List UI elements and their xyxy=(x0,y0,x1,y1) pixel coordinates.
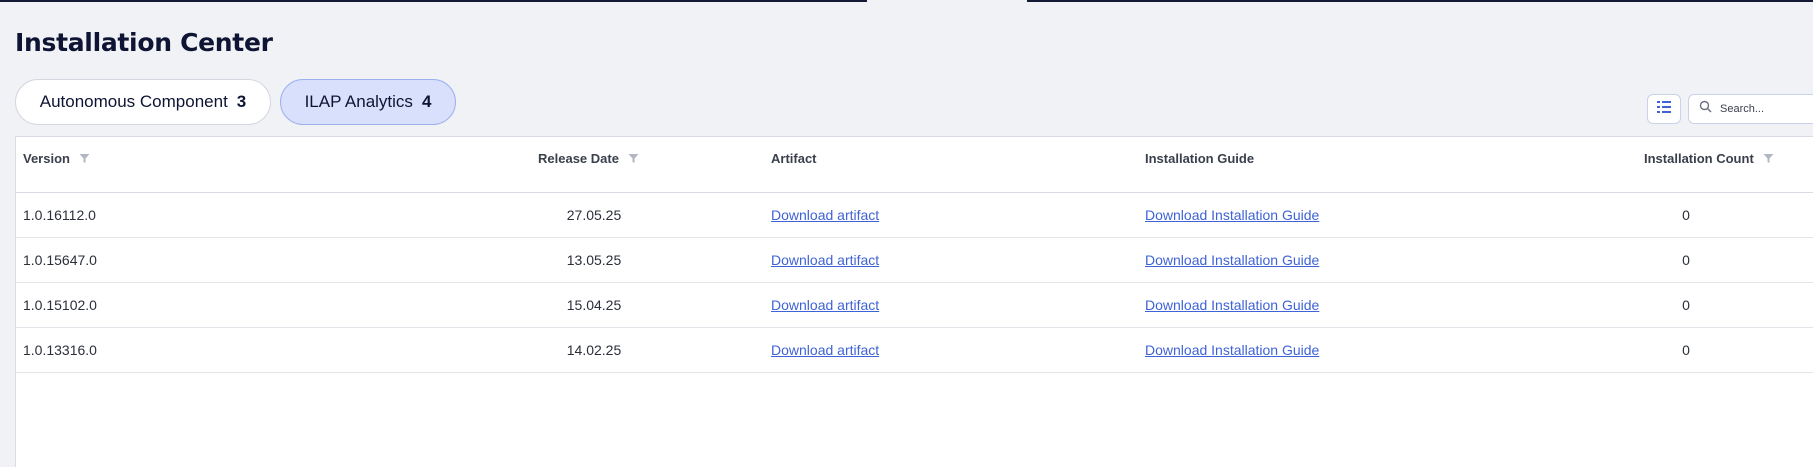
tab-count: 3 xyxy=(236,92,247,111)
download-artifact-link[interactable]: Download artifact xyxy=(771,252,879,268)
version-cell: 1.0.15647.0 xyxy=(23,252,97,268)
download-artifact-link[interactable]: Download artifact xyxy=(771,297,879,313)
search-icon xyxy=(1699,100,1712,118)
filter-icon[interactable] xyxy=(1763,153,1774,164)
column-header-artifact: Artifact xyxy=(771,151,817,166)
top-progress-bar-right xyxy=(1027,0,1813,2)
column-header-version[interactable]: Version xyxy=(23,151,90,166)
table-header: Version Release Date Artifact Installati… xyxy=(16,137,1813,193)
table-row: 1.0.13316.0 14.02.25 Download artifact D… xyxy=(16,328,1813,373)
page-title: Installation Center xyxy=(15,28,273,57)
download-artifact-link[interactable]: Download artifact xyxy=(771,342,879,358)
column-label: Release Date xyxy=(538,151,619,166)
column-header-installation-guide: Installation Guide xyxy=(1145,151,1254,166)
top-progress-bar xyxy=(0,0,867,2)
tab-count: 4 xyxy=(421,92,432,111)
column-label: Installation Count xyxy=(1644,151,1754,166)
installation-count-cell: 0 xyxy=(1682,207,1690,223)
table-row: 1.0.15647.0 13.05.25 Download artifact D… xyxy=(16,238,1813,283)
release-date-cell: 13.05.25 xyxy=(566,252,622,268)
column-label: Installation Guide xyxy=(1145,151,1255,166)
installation-count-cell: 0 xyxy=(1682,252,1690,268)
download-guide-link[interactable]: Download Installation Guide xyxy=(1145,207,1319,223)
filter-icon[interactable] xyxy=(79,153,90,164)
download-guide-link[interactable]: Download Installation Guide xyxy=(1145,297,1319,313)
filter-icon[interactable] xyxy=(628,153,639,164)
tab-label: ILAP Analytics xyxy=(304,92,413,111)
column-view-toggle-button[interactable] xyxy=(1647,94,1681,124)
installation-count-cell: 0 xyxy=(1682,297,1690,313)
tab-ilap-analytics[interactable]: ILAP Analytics 4 xyxy=(280,79,456,125)
table-row: 1.0.15102.0 15.04.25 Download artifact D… xyxy=(16,283,1813,328)
download-guide-link[interactable]: Download Installation Guide xyxy=(1145,252,1319,268)
column-header-installation-count[interactable]: Installation Count xyxy=(1644,151,1774,166)
download-artifact-link[interactable]: Download artifact xyxy=(771,207,879,223)
release-date-cell: 15.04.25 xyxy=(566,297,622,313)
installation-count-cell: 0 xyxy=(1682,342,1690,358)
column-label: Version xyxy=(23,151,70,166)
column-header-release-date[interactable]: Release Date xyxy=(538,151,639,166)
column-list-icon xyxy=(1656,99,1672,120)
search-input[interactable] xyxy=(1720,103,1813,115)
version-cell: 1.0.15102.0 xyxy=(23,297,97,313)
table-row: 1.0.16112.0 27.05.25 Download artifact D… xyxy=(16,193,1813,238)
release-date-cell: 27.05.25 xyxy=(566,207,622,223)
column-label: Artifact xyxy=(771,151,817,166)
tab-label: Autonomous Component xyxy=(39,92,228,111)
search-box[interactable] xyxy=(1688,94,1813,124)
version-cell: 1.0.13316.0 xyxy=(23,342,97,358)
version-cell: 1.0.16112.0 xyxy=(23,207,96,223)
release-date-cell: 14.02.25 xyxy=(566,342,622,358)
download-guide-link[interactable]: Download Installation Guide xyxy=(1145,342,1319,358)
tab-autonomous-component[interactable]: Autonomous Component 3 xyxy=(15,79,271,125)
installations-table: Version Release Date Artifact Installati… xyxy=(15,136,1813,467)
